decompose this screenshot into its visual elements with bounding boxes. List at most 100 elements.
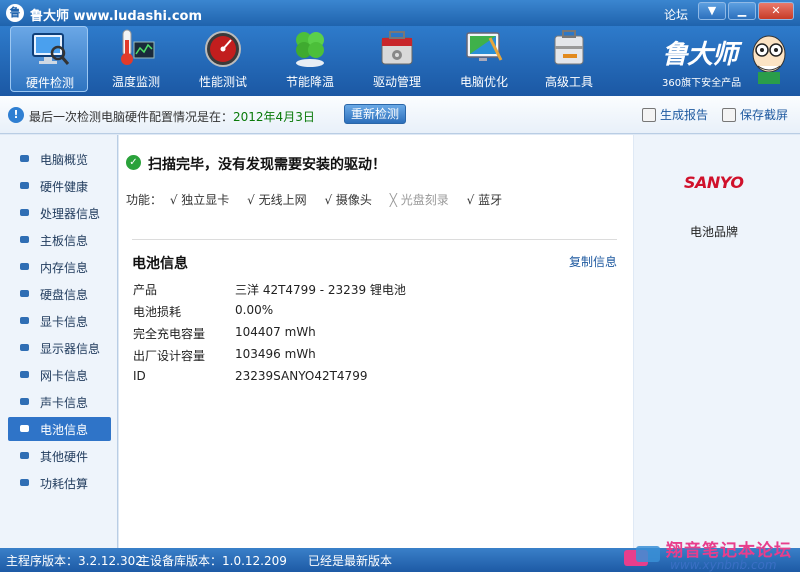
tool-label: 温度监测 <box>111 75 160 89</box>
printer-icon <box>642 108 656 122</box>
mascot-face-icon <box>752 35 786 84</box>
tool-temperature[interactable]: 温度监测 <box>97 26 175 92</box>
sidebar-item-network[interactable]: 网卡信息 <box>8 363 111 387</box>
watermark-url: www.xynbnb.com <box>670 558 777 572</box>
sidebar-item-gpu[interactable]: 显卡信息 <box>8 309 111 333</box>
thermometer-icon <box>121 29 155 65</box>
bullet-icon <box>20 452 29 459</box>
title-bar: 鲁 鲁大师 www.ludashi.com 论坛 ▼ ▁ ✕ <box>0 0 800 26</box>
sidebar-item-motherboard[interactable]: 主板信息 <box>8 228 111 252</box>
sidebar-item-cpu[interactable]: 处理器信息 <box>8 201 111 225</box>
rescan-button[interactable]: 重新检测 <box>344 104 406 124</box>
save-screenshot-button[interactable]: 保存截屏 <box>722 106 788 123</box>
bullet-icon <box>20 236 29 243</box>
sidebar-item-label: 功耗估算 <box>40 477 89 491</box>
brand-name: 鲁大师 <box>662 40 738 70</box>
sidebar-item-label: 硬盘信息 <box>40 288 89 302</box>
tool-hardware-detect[interactable]: 硬件检测 <box>10 26 88 92</box>
tool-advanced[interactable]: 高级工具 <box>530 26 608 92</box>
tool-label: 电脑优化 <box>459 75 508 89</box>
last-check-text: 最后一次检测电脑硬件配置情况是在：2012年4月3日 <box>29 108 315 125</box>
forum-link[interactable]: 论坛 <box>664 6 688 23</box>
info-row-product: 产品 三洋 42T4799 - 23239 锂电池 <box>133 281 613 303</box>
sidebar-item-label: 网卡信息 <box>40 369 89 383</box>
generate-report-label: 生成报告 <box>660 108 709 122</box>
sidebar-item-overview[interactable]: 电脑概览 <box>8 147 111 171</box>
feature-list: 功能： √ 独立显卡 √ 无线上网 √ 摄像头 ╳ 光盘刻录 √ 蓝牙 <box>126 191 516 208</box>
sidebar-item-battery[interactable]: 电池信息 <box>8 417 111 441</box>
app-title: 鲁大师 www.ludashi.com <box>30 9 203 24</box>
last-check-date: 2012年4月3日 <box>233 110 315 124</box>
update-status: 已经是最新版本 <box>308 554 393 568</box>
info-key: 电池损耗 <box>133 305 182 319</box>
info-value: 103496 mWh <box>235 347 316 361</box>
section-title: 电池信息 <box>132 256 188 272</box>
sidebar-item-label: 显卡信息 <box>40 315 89 329</box>
battery-brand-label: 电池品牌 <box>690 225 739 239</box>
bullet-icon <box>20 317 29 324</box>
bullet-icon <box>20 344 29 351</box>
info-icon: ! <box>8 107 24 123</box>
main-toolbar: 硬件检测 温度监测 性能测试 节能降温 驱动管理 电脑优化 高级工具 鲁大师 3… <box>0 26 800 96</box>
feature-list-label: 功能： <box>126 193 163 207</box>
brand-panel: SANYO 电池品牌 <box>634 135 800 548</box>
sidebar-item-other[interactable]: 其他硬件 <box>8 444 111 468</box>
info-value: 三洋 42T4799 - 23239 锂电池 <box>235 283 406 297</box>
bullet-icon <box>20 182 29 189</box>
bullet-icon <box>20 371 29 378</box>
copy-info-link[interactable]: 复制信息 <box>569 253 617 270</box>
minimize-icon: ▁ <box>737 4 747 17</box>
bullet-icon <box>20 398 29 405</box>
sidebar-item-memory[interactable]: 内存信息 <box>8 255 111 279</box>
info-row-full-capacity: 完全充电容量 104407 mWh <box>133 325 613 347</box>
tool-energy-save[interactable]: 节能降温 <box>271 26 349 92</box>
sidebar-item-label: 其他硬件 <box>40 450 89 464</box>
main-panel: ✓ 扫描完毕，没有发现需要安装的驱动！ 功能： √ 独立显卡 √ 无线上网 √ … <box>119 135 633 548</box>
info-row-wear: 电池损耗 0.00% <box>133 303 613 325</box>
sidebar-item-label: 硬件健康 <box>40 180 89 194</box>
scan-status-message: 扫描完毕，没有发现需要安装的驱动！ <box>148 157 386 173</box>
sidebar-item-sound[interactable]: 声卡信息 <box>8 390 111 414</box>
clover-icon <box>296 32 324 67</box>
info-value: 23239SANYO42T4799 <box>235 369 368 383</box>
info-key: 产品 <box>133 283 158 297</box>
divider <box>132 239 617 240</box>
feature-disc-burning: ╳ 光盘刻录 <box>389 193 449 207</box>
app-logo-icon: 鲁 <box>6 4 24 22</box>
speedometer-icon <box>205 31 241 67</box>
watermark-logo-icon <box>624 546 660 566</box>
main-program-version: 主程序版本：3.2.12.302 <box>6 554 143 568</box>
feature-dedicated-gpu: √ 独立显卡 <box>169 193 230 207</box>
close-button[interactable]: ✕ <box>758 2 794 20</box>
tool-driver-manage[interactable]: 驱动管理 <box>358 26 436 92</box>
info-key: ID <box>133 369 146 383</box>
minimize-button[interactable]: ▁ <box>728 2 756 20</box>
info-key: 完全充电容量 <box>133 327 206 341</box>
sidebar-item-label: 声卡信息 <box>40 396 89 410</box>
toolbox-icon <box>381 31 413 65</box>
site-watermark: 翔音笔记本论坛 www.xynbnb.com <box>622 536 800 572</box>
generate-report-button[interactable]: 生成报告 <box>642 106 708 123</box>
sidebar-item-label: 主板信息 <box>40 234 89 248</box>
bullet-icon <box>20 425 29 432</box>
sidebar-item-disk[interactable]: 硬盘信息 <box>8 282 111 306</box>
sidebar-item-label: 电池信息 <box>40 423 89 437</box>
sidebar-item-label: 内存信息 <box>40 261 89 275</box>
bullet-icon <box>20 263 29 270</box>
info-row-id: ID 23239SANYO42T4799 <box>133 369 613 391</box>
feature-bluetooth: √ 蓝牙 <box>466 193 503 207</box>
chevron-down-icon: ▼ <box>707 4 717 17</box>
sidebar-item-health[interactable]: 硬件健康 <box>8 174 111 198</box>
bullet-icon <box>20 209 29 216</box>
tool-label: 节能降温 <box>285 75 334 89</box>
sanyo-logo: SANYO <box>684 173 744 192</box>
sidebar-item-power[interactable]: 功耗估算 <box>8 471 111 495</box>
sidebar-item-label: 显示器信息 <box>40 342 101 356</box>
sidebar-item-display[interactable]: 显示器信息 <box>8 336 111 360</box>
tool-pc-optimize[interactable]: 电脑优化 <box>445 26 523 92</box>
bullet-icon <box>20 155 29 162</box>
menu-button[interactable]: ▼ <box>698 2 726 20</box>
brand-subtitle: 360旗下安全产品 <box>662 78 742 89</box>
tool-label: 驱动管理 <box>372 75 421 89</box>
tool-performance[interactable]: 性能测试 <box>184 26 262 92</box>
